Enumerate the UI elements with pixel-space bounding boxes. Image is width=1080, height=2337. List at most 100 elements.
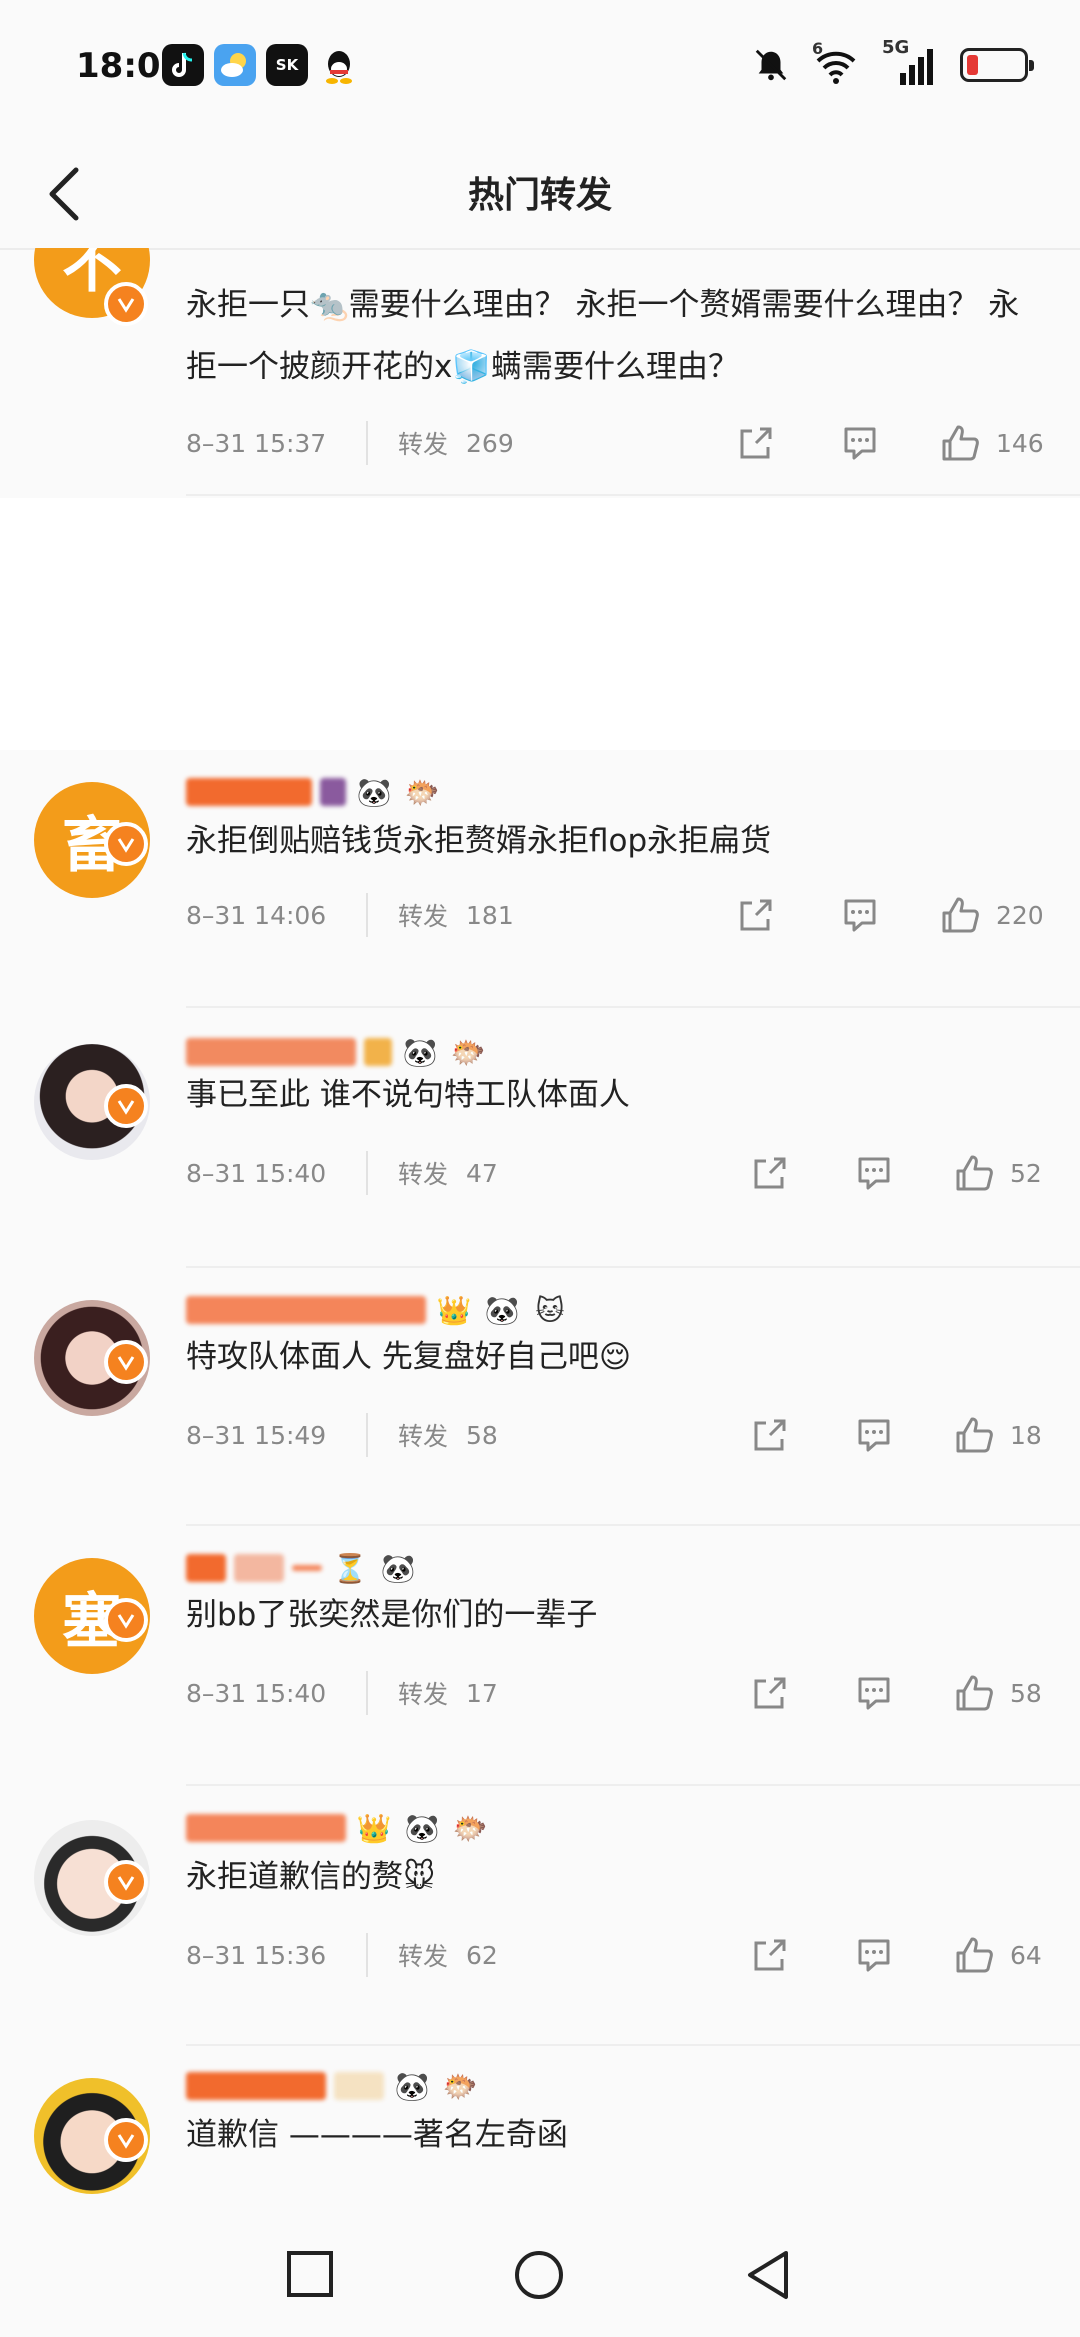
username-blurred (334, 2072, 384, 2100)
like-button[interactable]: 64 (952, 1930, 1042, 1980)
comment-button[interactable] (838, 890, 882, 940)
verified-badge-icon (104, 1340, 148, 1384)
username-blurred (186, 1296, 426, 1324)
comment-button[interactable] (852, 1668, 896, 1718)
like-count: 52 (1010, 1158, 1042, 1188)
like-button[interactable]: 18 (952, 1410, 1042, 1460)
verified-badge-icon (104, 822, 148, 866)
meta-divider (366, 1151, 368, 1195)
comment-text: 永拒一只🐀需要什么理由？ 永拒一个赘婿需要什么理由？ 永拒一个披颜开花的x🧊螨需… (186, 287, 1020, 385)
meta-divider (366, 421, 368, 465)
like-count: 146 (996, 428, 1044, 458)
repost-count: 62 (466, 1940, 498, 1970)
share-button[interactable] (748, 1930, 792, 1980)
comment-button[interactable] (852, 1410, 896, 1460)
repost-label: 转发 (398, 430, 449, 459)
thumbs-up-icon (942, 425, 979, 461)
comment-button[interactable] (852, 1148, 896, 1198)
skr-icon: SK (266, 44, 308, 86)
comment-icon (844, 899, 876, 932)
comment-text: 特攻队体面人 先复盘好自己吧😌 (186, 1339, 632, 1375)
system-nav-bar (0, 2222, 1080, 2337)
repost-count: 269 (466, 428, 514, 458)
list-item[interactable]: 畜 🐼 🐡 永拒倒贴赔钱货永拒赘婿永拒flop永拒扁货 8–31 14:06 转… (0, 750, 1080, 1010)
status-right: 6 5G (752, 37, 1034, 90)
comment-text: 永拒道歉信的赘🐭 (186, 1859, 436, 1895)
divider (186, 1524, 1080, 1526)
share-button[interactable] (734, 890, 778, 940)
comment-date: 8–31 15:49 (186, 1420, 327, 1450)
divider (186, 1266, 1080, 1268)
recents-button[interactable] (284, 2248, 336, 2300)
like-button[interactable]: 220 (938, 890, 1044, 940)
qq-icon (318, 44, 360, 86)
like-count: 58 (1010, 1678, 1042, 1708)
share-button[interactable] (748, 1410, 792, 1460)
thumbs-up-icon (956, 1155, 993, 1191)
comment-text: 别bb了张奕然是你们的一辈子 (186, 1597, 598, 1633)
like-count: 220 (996, 900, 1044, 930)
repost-label: 转发 (398, 1942, 449, 1971)
back-button[interactable] (742, 2248, 794, 2302)
username-row[interactable]: 👑 🐼 🐡 (186, 1806, 490, 1850)
username-row[interactable]: 🐼 🐡 (186, 2064, 480, 2108)
fish-icon: 🐡 (404, 775, 440, 809)
thumbs-up-icon (956, 1417, 993, 1453)
repost-label: 转发 (398, 902, 449, 931)
battery-icon (960, 48, 1034, 82)
meta-divider (366, 1671, 368, 1715)
list-item[interactable]: 不 永拒一只🐀需要什么理由？ 永拒一个赘婿需要什么理由？ 永拒一个披颜开花的x🧊… (0, 248, 1080, 498)
list-item[interactable]: 🐼 🐡 事已至此 谁不说句特工队体面人 8–31 15:40 转发 47 52 (0, 1010, 1080, 1270)
verified-badge-icon (104, 282, 148, 326)
username-row[interactable]: 🐼 🐡 (186, 770, 442, 814)
comment-text: 永拒倒贴赔钱货永拒赘婿永拒flop永拒扁货 (186, 823, 772, 859)
divider (186, 1006, 1080, 1008)
share-button[interactable] (748, 1668, 792, 1718)
fish-icon: 🐡 (442, 2069, 478, 2103)
repost-list[interactable]: 不 永拒一只🐀需要什么理由？ 永拒一个赘婿需要什么理由？ 永拒一个披颜开花的x🧊… (0, 248, 1080, 2222)
comment-date: 8–31 15:37 (186, 428, 327, 458)
like-button[interactable]: 52 (952, 1148, 1042, 1198)
bell-muted-icon (755, 49, 787, 81)
like-button[interactable]: 58 (952, 1668, 1042, 1718)
verified-badge-icon (104, 1860, 148, 1904)
list-item[interactable]: 塞 ⏳ 🐼 别bb了张奕然是你们的一辈子 8–31 15:40 转发 17 58 (0, 1528, 1080, 1788)
repost-label: 转发 (398, 1680, 449, 1709)
crown-icon: 👑 (356, 1811, 392, 1845)
cat-icon: 🐱 (535, 1293, 565, 1327)
meta-divider (366, 1413, 368, 1457)
home-button[interactable] (512, 2248, 566, 2302)
username-blurred (186, 1554, 226, 1582)
comment-icon (858, 1419, 890, 1452)
list-item[interactable]: 👑 🐼 🐱 特攻队体面人 先复盘好自己吧😌 8–31 15:49 转发 58 1… (0, 1270, 1080, 1528)
divider (186, 2044, 1080, 2046)
share-icon (754, 1419, 786, 1451)
tiktok-icon (162, 44, 204, 86)
share-button[interactable] (748, 1148, 792, 1198)
username-blurred (320, 778, 346, 806)
repost-count: 181 (466, 900, 514, 930)
signal-label: 5G (882, 37, 910, 58)
share-icon (740, 427, 772, 459)
like-button[interactable]: 146 (938, 418, 1044, 468)
comment-button[interactable] (838, 418, 882, 468)
comment-date: 8–31 15:40 (186, 1678, 327, 1708)
list-item[interactable]: 👑 🐼 🐡 永拒道歉信的赘🐭 8–31 15:36 转发 62 64 (0, 1788, 1080, 2048)
comment-date: 8–31 14:06 (186, 900, 327, 930)
list-item[interactable]: 🐼 🐡 道歉信 ————著名左奇函 (0, 2048, 1080, 2222)
repost-count: 47 (466, 1158, 498, 1188)
share-icon (754, 1157, 786, 1189)
username-blurred (364, 1038, 392, 1066)
username-blurred (292, 1565, 322, 1571)
comment-button[interactable] (852, 1930, 896, 1980)
battery-fill (967, 55, 978, 75)
repost-label: 转发 (398, 1422, 449, 1451)
share-button[interactable] (734, 418, 778, 468)
comment-date: 8–31 15:40 (186, 1158, 327, 1188)
username-blurred (186, 2072, 326, 2100)
comment-icon (858, 1157, 890, 1190)
thumbs-up-icon (956, 1675, 993, 1711)
divider (186, 1784, 1080, 1786)
panda-icon: 🐼 (484, 1293, 520, 1327)
panda-icon: 🐼 (356, 775, 392, 809)
